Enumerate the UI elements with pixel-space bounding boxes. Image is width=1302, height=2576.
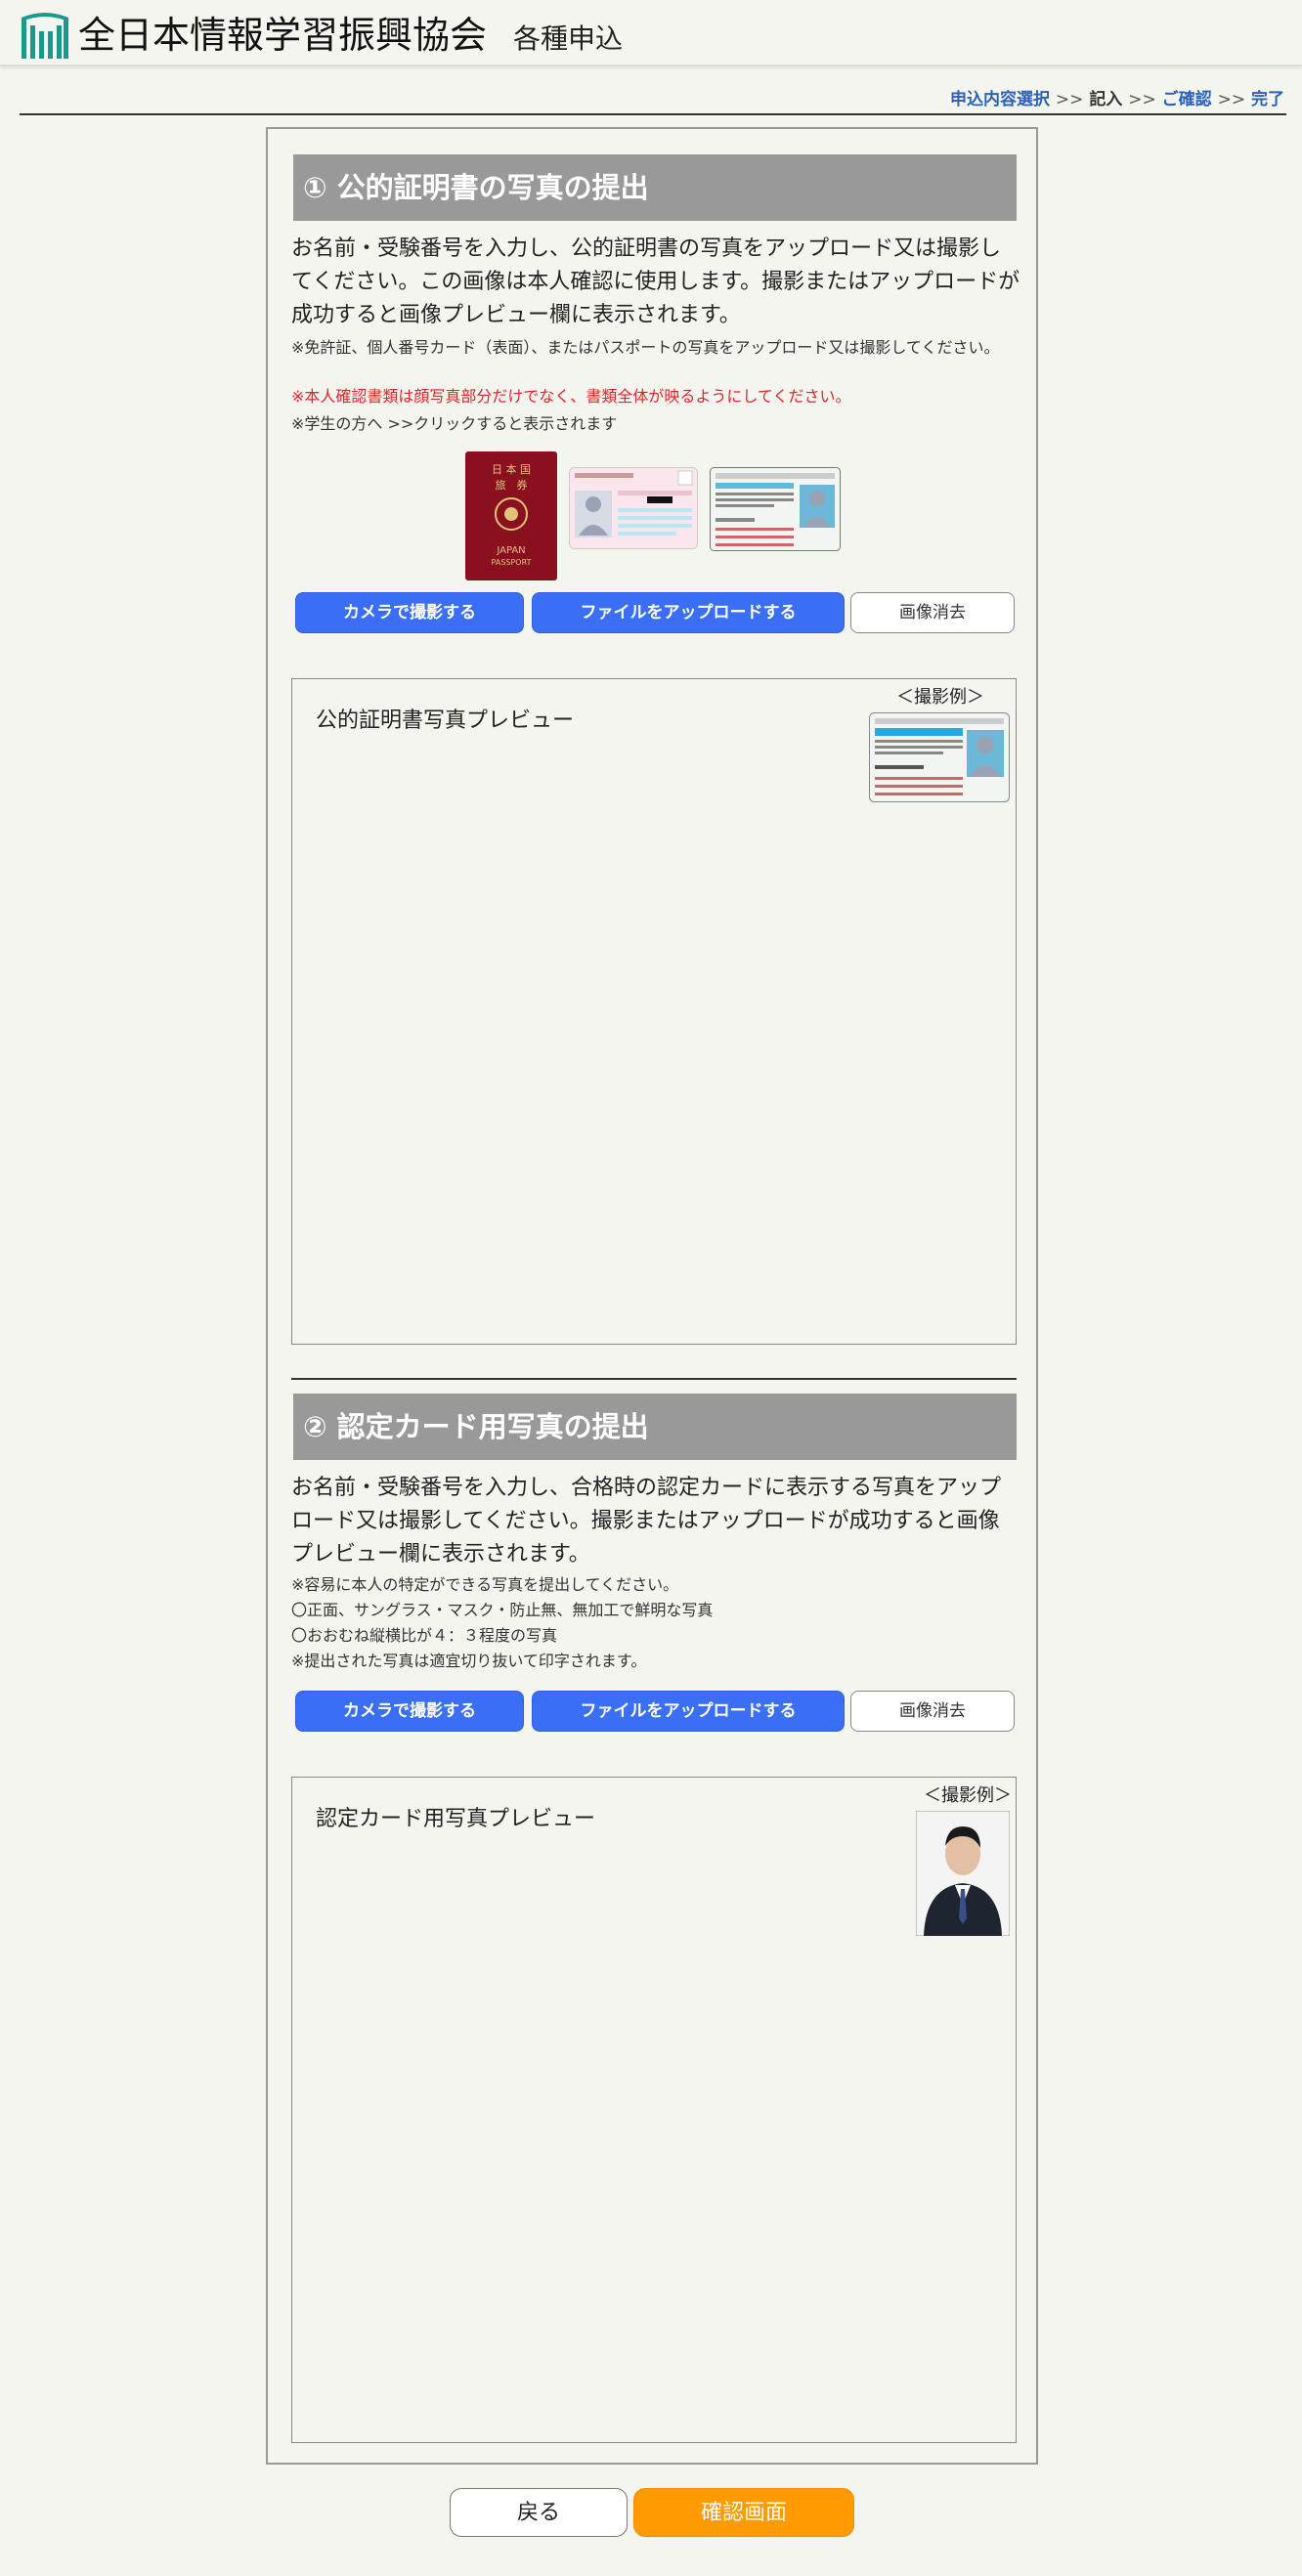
breadcrumb-step-confirm[interactable]: ご確認 [1162, 90, 1212, 109]
passport-sample-image: 日 本 国 旅 券 JAPAN PASSPORT [465, 451, 557, 580]
section1-camera-button[interactable]: カメラで撮影する [295, 592, 524, 633]
breadcrumb-step-complete[interactable]: 完了 [1251, 90, 1284, 109]
section2-note-cropping: ※提出された写真は適宜切り抜いて印字されます。 [291, 1652, 647, 1670]
back-button[interactable]: 戻る [450, 2488, 628, 2537]
section1-title: ① 公的証明書の写真の提出 [293, 154, 1017, 221]
confirm-screen-button[interactable]: 確認画面 [633, 2488, 854, 2537]
passport-text-passport: PASSPORT [492, 558, 532, 567]
section1-preview-area: 公的証明書写真プレビュー ＜撮影例＞ [291, 678, 1017, 1345]
section2-preview-area: 認定カード用写真プレビュー ＜撮影例＞ [291, 1777, 1017, 2443]
drivers-license-sample-image [710, 467, 841, 551]
section2-clear-image-button[interactable]: 画像消去 [850, 1691, 1015, 1732]
passport-text-japan: JAPAN [496, 545, 525, 556]
section1-description: お名前・受験番号を入力し、公的証明書の写真をアップロード又は撮影してください。こ… [291, 236, 1020, 327]
section1-preview-label: 公的証明書写真プレビュー [316, 708, 575, 733]
breadcrumb-separator: >> [1128, 90, 1156, 109]
section2-example-label: ＜撮影例＞ [924, 1785, 1012, 1806]
section1-note-students-link[interactable]: ※学生の方へ >>クリックすると表示されます [291, 412, 1020, 436]
breadcrumb-step-select[interactable]: 申込内容選択 [950, 90, 1050, 109]
mynumber-card-sample-image [569, 467, 698, 549]
section2-note-frontal: 〇正面、サングラス・マスク・防止無、無加工で鮮明な写真 [291, 1601, 714, 1619]
passport-text-country: 日 本 国 [492, 462, 531, 476]
breadcrumb-separator: >> [1055, 90, 1084, 109]
section-divider [291, 1378, 1017, 1380]
section2-description: お名前・受験番号を入力し、合格時の認定カードに表示する写真をアップロード又は撮影… [291, 1476, 1002, 1567]
section2-preview-label: 認定カード用写真プレビュー [316, 1807, 596, 1831]
form-panel: ① 公的証明書の写真の提出 お名前・受験番号を入力し、公的証明書の写真をアップロ… [266, 127, 1038, 2465]
site-header: 全日本情報学習振興協会 各種申込 [0, 0, 1302, 66]
section2-upload-button[interactable]: ファイルをアップロードする [532, 1691, 845, 1732]
section1-upload-button[interactable]: ファイルをアップロードする [532, 592, 845, 633]
org-logo-icon [22, 13, 68, 59]
section2-note-identifiable: ※容易に本人の特定ができる写真を提出してください。 [291, 1575, 679, 1594]
section2-camera-button[interactable]: カメラで撮影する [295, 1691, 524, 1732]
section1-note-warning: ※本人確認書類は顔写真部分だけでなく、書類全体が映るようにしてください。 [291, 387, 851, 406]
section1-example-license-image [869, 712, 1010, 802]
section1-note-documents: ※免許証、個人番号カード（表面）、またはパスポートの写真をアップロード又は撮影し… [291, 338, 1000, 357]
breadcrumb-step-entry: 記入 [1089, 90, 1123, 109]
org-name: 全日本情報学習振興協会 [78, 14, 488, 57]
page-subtitle: 各種申込 [513, 22, 624, 55]
section2-note-aspect-ratio: 〇おおむね縦横比が４：３程度の写真 [291, 1626, 558, 1645]
section2-example-portrait-image [916, 1811, 1010, 1936]
section2-title: ② 認定カード用写真の提出 [293, 1394, 1017, 1460]
section1-clear-image-button[interactable]: 画像消去 [850, 592, 1015, 633]
breadcrumb: 申込内容選択 >> 記入 >> ご確認 >> 完了 [950, 88, 1284, 111]
passport-text-kind: 旅 券 [496, 478, 528, 492]
breadcrumb-separator: >> [1217, 90, 1246, 109]
header-rule [20, 113, 1286, 115]
section1-example-label: ＜撮影例＞ [896, 687, 984, 708]
